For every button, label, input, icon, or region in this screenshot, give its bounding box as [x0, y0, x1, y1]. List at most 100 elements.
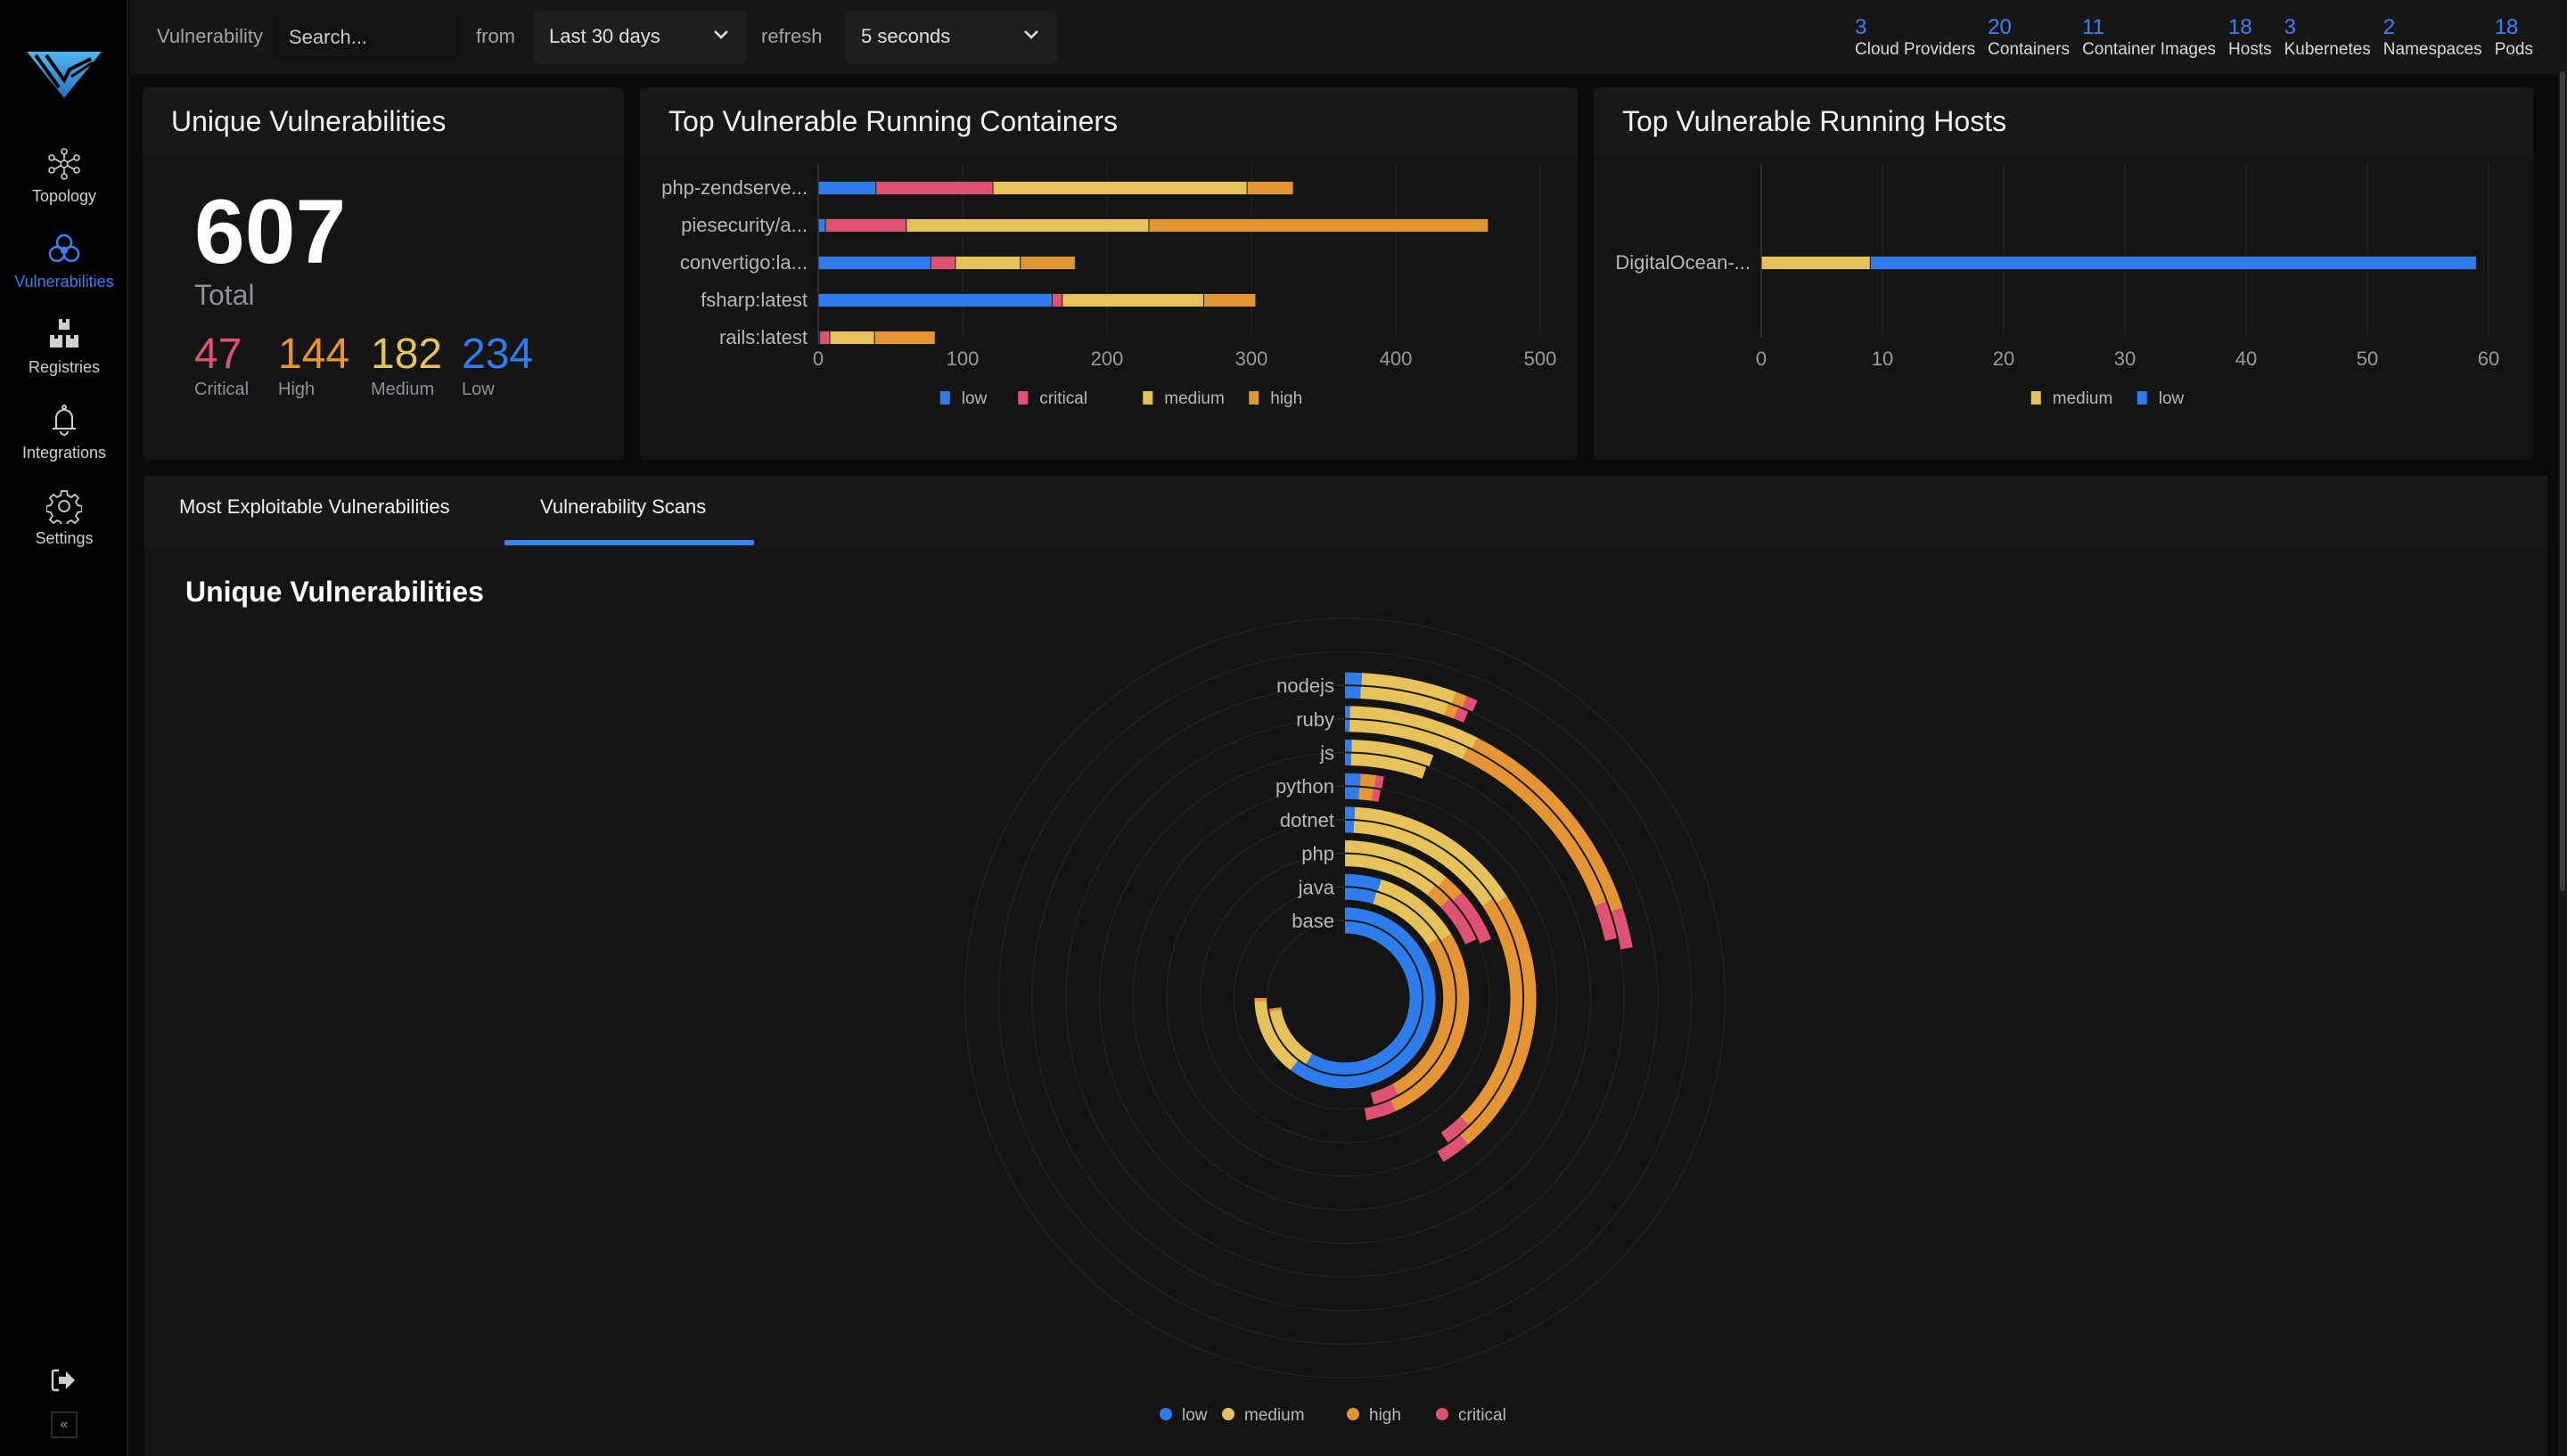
stat-containers[interactable]: 20 Containers: [1988, 16, 2070, 61]
radial-category-label: ruby: [1296, 708, 1334, 731]
y-category-label: rails:latest: [719, 326, 808, 348]
sidebar-item-label: Topology: [31, 187, 97, 205]
radial-segment-low: [1345, 819, 1355, 833]
y-category-label: fsharp:latest: [701, 289, 808, 311]
vulnerability-scans-radial-chart: nodejs ruby js python dotnet php java base low me…: [964, 617, 1726, 1425]
legend-label: high: [1369, 1406, 1401, 1425]
bar-segment-medium: [955, 256, 1021, 270]
top-vulnerable-hosts-card: Top Vulnerable Running Hosts 0 10 20 30 40 50…: [1594, 87, 2533, 460]
resource-stats: 3 Cloud Providers 20 Containers 11 Containe…: [1855, 16, 2533, 61]
y-category-label: convertigo:la...: [680, 251, 808, 274]
scrollbar[interactable]: [2558, 71, 2567, 1456]
stat-namespaces[interactable]: 2 Namespaces: [2383, 16, 2482, 61]
refresh-interval-value: 5 seconds: [861, 25, 951, 47]
radial-segment-low: [1345, 718, 1350, 732]
stat-cloud-providers[interactable]: 3 Cloud Providers: [1855, 16, 1975, 61]
refresh-interval-select[interactable]: 5 seconds: [845, 11, 1057, 64]
radial-segment-low: [1345, 806, 1356, 821]
card-title: Unique Vulnerabilities: [143, 87, 624, 155]
x-tick-label: 0: [1756, 348, 1767, 370]
severity-label: High: [278, 380, 316, 399]
bar-segment-high: [1246, 181, 1294, 195]
stat-label: Containers: [1988, 40, 2071, 59]
search-input[interactable]: Search...: [273, 14, 460, 61]
bar-segment-medium: [906, 218, 1150, 233]
severity-low[interactable]: 234 Low: [462, 330, 533, 400]
y-category-label: DigitalOcean-...: [1615, 251, 1751, 274]
y-category-label: php-zendserve...: [661, 176, 808, 199]
bar-segment-low: [817, 218, 826, 233]
bar-segment-low: [1869, 256, 2477, 270]
bar-segment-medium: [1062, 293, 1205, 307]
bar-segment-medium: [992, 181, 1248, 195]
bar-segment-high: [1020, 256, 1076, 270]
stat-label: Pods: [2494, 40, 2533, 59]
legend-label: low: [1182, 1406, 1208, 1425]
legend-dot-low: [1160, 1408, 1172, 1420]
x-tick-label: 10: [1872, 348, 1893, 370]
sidebar-item-integrations[interactable]: Integrations: [0, 403, 128, 462]
stat-kubernetes[interactable]: 3 Kubernetes: [2284, 16, 2371, 61]
bell-icon: [53, 405, 76, 436]
radial-category-label: java: [1298, 876, 1335, 898]
bar-segment-critical: [875, 181, 994, 195]
legend-swatch-medium: [1143, 391, 1153, 405]
bar-segment-low: [817, 256, 931, 270]
stat-label: Container Images: [2082, 40, 2217, 59]
total-count: 607: [194, 181, 347, 282]
sidebar-item-vulnerabilities[interactable]: Vulnerabilities: [0, 232, 128, 291]
severity-label: Low: [462, 380, 495, 399]
legend-label: medium: [1164, 389, 1225, 408]
legend-swatch-high: [1249, 391, 1259, 405]
sidebar-item-settings[interactable]: Settings: [0, 488, 128, 548]
scan-separator: [1267, 920, 1423, 1076]
severity-critical[interactable]: 47 Critical: [194, 330, 249, 400]
stat-value: 11: [2082, 15, 2104, 39]
legend-label: critical: [1458, 1406, 1506, 1425]
stat-value: 18: [2228, 15, 2252, 39]
legend-label: critical: [1039, 389, 1087, 408]
top-bar: Vulnerability Search... from Last 30 day…: [130, 0, 2567, 75]
severity-medium[interactable]: 182 Medium: [371, 330, 442, 400]
sidebar-item-registries[interactable]: Registries: [0, 317, 128, 377]
bar-segment-medium: [829, 331, 875, 345]
sidebar-item-label: Settings: [35, 529, 94, 547]
scrollbar-thumb[interactable]: [2560, 71, 2565, 891]
logout-icon[interactable]: [50, 1367, 78, 1394]
stat-value: 3: [1855, 15, 1867, 39]
total-label: Total: [194, 279, 255, 311]
radial-category-label: base: [1292, 910, 1334, 932]
top-vulnerable-containers-card: Top Vulnerable Running Containers 0 100 20…: [640, 87, 1578, 460]
x-tick-label: 50: [2357, 348, 2378, 370]
refresh-label: refresh: [761, 25, 823, 47]
date-range-select[interactable]: Last 30 days: [533, 11, 747, 64]
biohazard-icon: [48, 233, 80, 263]
date-range-value: Last 30 days: [549, 25, 660, 47]
legend-label: low: [962, 389, 988, 408]
radial-segment-high: [1254, 998, 1268, 1002]
legend-swatch-critical: [1018, 391, 1029, 405]
stat-hosts[interactable]: 18 Hosts: [2228, 16, 2272, 61]
x-tick-label: 60: [2478, 348, 2499, 370]
gear-icon: [46, 490, 82, 524]
stat-label: Cloud Providers: [1855, 40, 1976, 59]
sidebar-item-topology[interactable]: Topology: [0, 146, 128, 206]
sidebar-item-label: Vulnerabilities: [14, 273, 114, 290]
deepfence-logo[interactable]: [27, 50, 102, 98]
bar-segment-high: [1203, 293, 1257, 307]
bar-segment-low: [817, 293, 1053, 307]
radial-category-label: nodejs: [1276, 675, 1334, 697]
severity-high[interactable]: 144 High: [278, 330, 349, 400]
x-tick-label: 30: [2114, 348, 2136, 370]
legend-label: medium: [1244, 1406, 1305, 1425]
from-label: from: [476, 25, 515, 47]
legend-swatch-low: [939, 391, 950, 405]
stat-pods[interactable]: 18 Pods: [2495, 16, 2533, 61]
radial-segment-low: [1345, 672, 1363, 686]
collapse-sidebar-button[interactable]: «: [51, 1411, 78, 1438]
chevron-down-icon: [714, 30, 728, 39]
legend-swatch-medium: [2030, 391, 2041, 405]
sidebar-item-label: Registries: [28, 358, 101, 376]
stat-value: 20: [1988, 15, 2012, 39]
stat-container-images[interactable]: 11 Container Images: [2082, 16, 2216, 61]
